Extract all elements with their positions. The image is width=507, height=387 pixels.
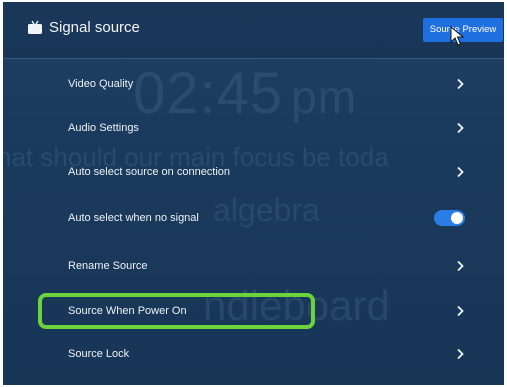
- menu-item-video-quality[interactable]: Video Quality: [63, 62, 475, 106]
- menu-item-label: Rename Source: [68, 260, 148, 272]
- menu-item-rename-source[interactable]: Rename Source: [63, 244, 475, 288]
- menu-item-source-lock[interactable]: Source Lock: [63, 332, 475, 376]
- menu-item-label: Auto select when no signal: [68, 212, 199, 224]
- menu-item-auto-select-on-connection[interactable]: Auto select source on connection: [63, 150, 475, 194]
- tv-icon: [28, 20, 42, 34]
- chevron-right-icon: [457, 122, 464, 134]
- mouse-cursor-icon: [450, 26, 464, 46]
- chevron-right-icon: [457, 166, 464, 178]
- menu-item-label: Auto select source on connection: [68, 166, 231, 178]
- header-bar: Signal source Source Preview: [3, 2, 504, 59]
- chevron-right-icon: [457, 305, 464, 317]
- menu-item-label: Source When Power On: [68, 305, 187, 317]
- chevron-right-icon: [457, 260, 464, 272]
- chevron-right-icon: [457, 78, 464, 90]
- page-title: Signal source: [49, 19, 140, 36]
- menu-item-audio-settings[interactable]: Audio Settings: [63, 106, 475, 150]
- chevron-right-icon: [457, 348, 464, 360]
- toggle-knob: [451, 212, 463, 224]
- menu-item-auto-select-no-signal[interactable]: Auto select when no signal: [63, 196, 475, 240]
- menu-item-label: Video Quality: [68, 78, 134, 90]
- menu-item-source-when-power-on[interactable]: Source When Power On: [63, 289, 475, 333]
- menu-item-label: Source Lock: [68, 348, 130, 360]
- signal-source-screen: 02:45 pm hat should our main focus be tod…: [3, 2, 504, 385]
- menu-item-label: Audio Settings: [68, 122, 139, 134]
- auto-select-toggle[interactable]: [434, 210, 465, 226]
